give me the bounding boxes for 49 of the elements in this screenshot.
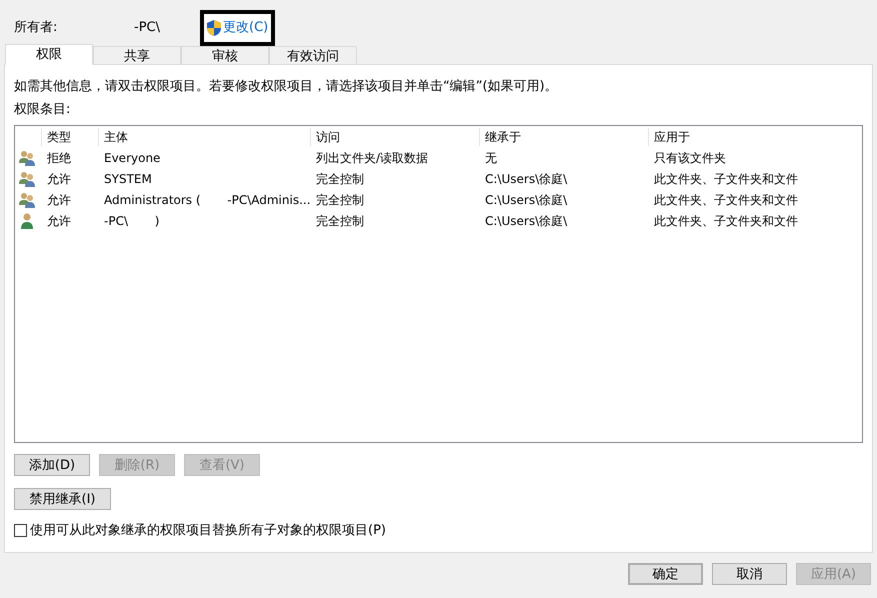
table-cell-text: 完全控制 (315, 212, 365, 230)
table-cell-text: 此文件夹、子文件夹和文件 (653, 212, 799, 230)
tab[interactable]: 审核 (181, 46, 269, 65)
table-cell-text: C:\Users\徐庭\ (484, 170, 568, 188)
table-cell-text: SYSTEM (103, 170, 153, 188)
table-cell-text: -PC\ ) (103, 212, 160, 230)
table-cell-text: Administrators ( -PC\Adminis... (103, 192, 310, 208)
table-cell-text: 只有该文件夹 (653, 150, 727, 166)
table-cell-text: Everyone (103, 150, 162, 166)
disable-inheritance-button[interactable]: 禁用继承(I) (14, 488, 111, 510)
user-icon (19, 212, 35, 228)
column-header[interactable]: 主体 (98, 128, 310, 146)
table-cell-text: C:\Users\徐庭\ (484, 212, 568, 230)
action-button[interactable]: 添加(D) (14, 454, 90, 476)
table-row[interactable]: 允许 SYSTEM 完全控制 C:\Users\徐庭\ 此文件夹、子文件夹和文件 (15, 168, 862, 189)
column-header[interactable]: 访问 (310, 128, 479, 146)
table-row[interactable]: 允许 Administrators ( -PC\Adminis... 完全控制 C:\Users\徐庭\ 此文件夹、子文件夹和文件 (15, 189, 862, 210)
owner-value: -PC\ (133, 19, 161, 38)
info-text: 如需其他信息，请双击权限项目。若要修改权限项目，请选择该项目并单击“编辑”(如果可用)。 (14, 79, 559, 95)
table-cell-text: C:\Users\徐庭\ (484, 192, 568, 208)
replace-checkbox[interactable] (14, 524, 27, 538)
table-cell-text: 完全控制 (315, 170, 365, 188)
column-header[interactable]: 类型 (41, 128, 98, 146)
table-cell-text: 列出文件夹/读取数据 (315, 150, 430, 166)
owner-label: 所有者: (14, 19, 58, 38)
table-cell-text: 完全控制 (315, 192, 365, 208)
column-header[interactable]: 继承于 (479, 128, 648, 146)
table-cell-text: 允许 (46, 170, 72, 188)
tab[interactable]: 权限 (5, 44, 93, 65)
change-owner-link[interactable]: 更改(C) (200, 10, 276, 46)
users-icon (19, 150, 35, 166)
table-cell-text: 此文件夹、子文件夹和文件 (653, 170, 799, 188)
column-header[interactable]: 应用于 (648, 128, 798, 146)
table-cell-text: 拒绝 (46, 150, 72, 166)
entries-label: 权限条目: (14, 102, 72, 118)
table-cell-text: 允许 (46, 192, 72, 208)
table-cell-text: 此文件夹、子文件夹和文件 (653, 192, 799, 208)
shield-icon (207, 20, 221, 36)
table-row[interactable]: 允许 -PC\ ) 完全控制 C:\Users\徐庭\ 此文件夹、子文件夹和文件 (15, 210, 862, 231)
users-icon (19, 192, 35, 208)
table-cell-text: 无 (484, 150, 498, 166)
tab[interactable]: 有效访问 (269, 46, 357, 65)
dialog-button[interactable]: 取消 (712, 563, 787, 585)
replace-checkbox-label: 使用可从此对象继承的权限项目替换所有子对象的权限项目(P) (30, 522, 386, 540)
table-row[interactable]: 拒绝 Everyone 列出文件夹/读取数据 无 只有该文件夹 (15, 147, 862, 168)
dialog-button[interactable]: 确定 (628, 563, 703, 585)
users-icon (19, 170, 35, 186)
table-cell-text: 允许 (46, 212, 72, 230)
tab[interactable]: 共享 (93, 46, 181, 65)
